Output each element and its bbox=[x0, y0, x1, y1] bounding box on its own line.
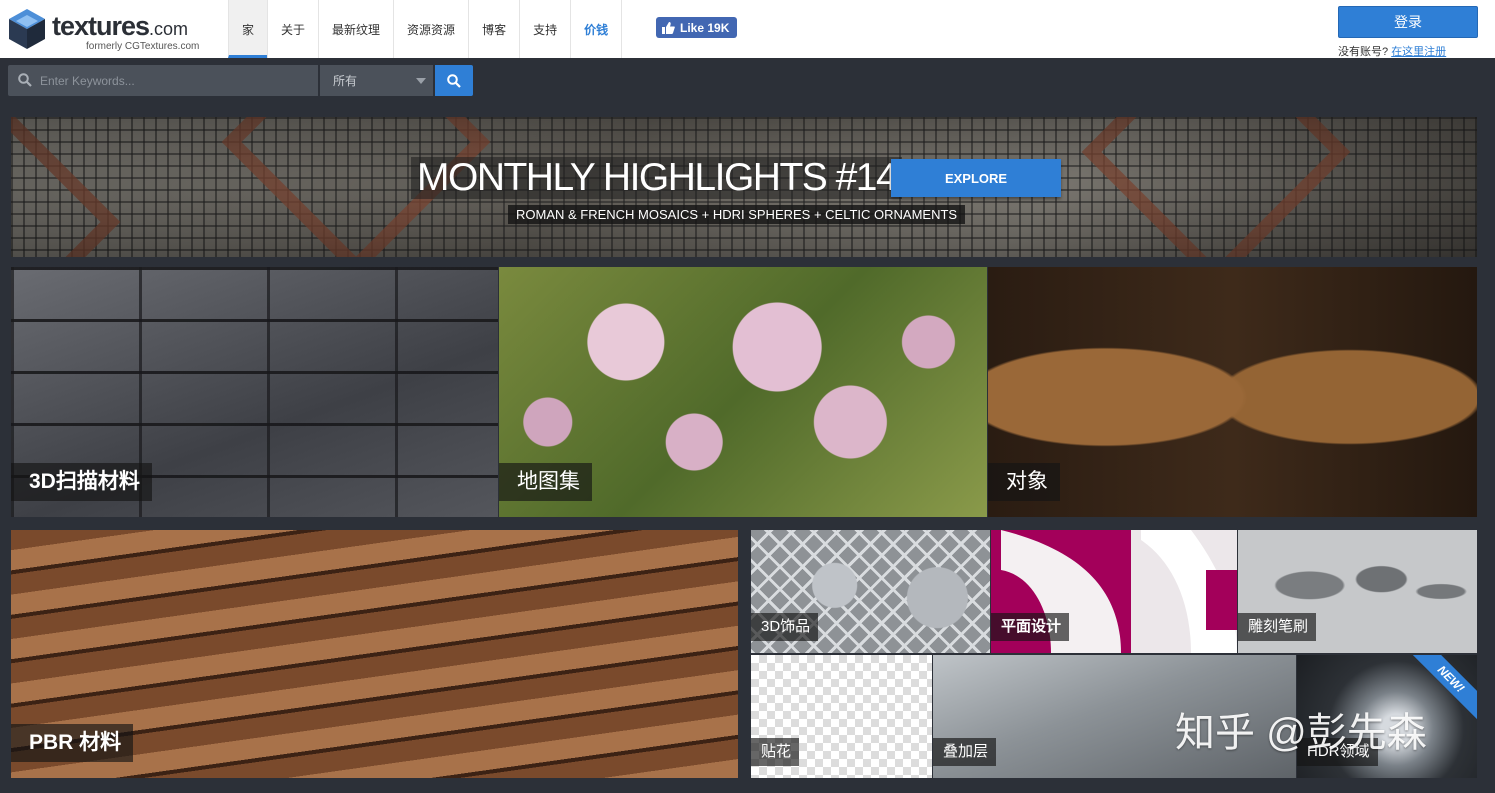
search-input[interactable] bbox=[40, 65, 310, 96]
tile-label: 平面设计 bbox=[991, 613, 1070, 641]
category-select[interactable]: 所有 bbox=[320, 65, 433, 96]
watermark: 知乎 @彭先森 bbox=[1175, 711, 1427, 755]
monthly-highlights-banner[interactable]: MONTHLY HIGHLIGHTS #14 ROMAN & FRENCH MO… bbox=[11, 117, 1477, 257]
tile-label: 贴花 bbox=[751, 738, 800, 766]
tile-label: 对象 bbox=[988, 463, 1060, 501]
banner-subtitle: ROMAN & FRENCH MOSAICS + HDRI SPHERES + … bbox=[508, 205, 966, 224]
search-bar: 所有 bbox=[0, 58, 1495, 106]
register-prompt-text: 没有账号? bbox=[1338, 46, 1389, 58]
tile-pbr-materials[interactable]: PBR 材料 bbox=[11, 530, 738, 778]
search-field bbox=[8, 65, 318, 96]
nav-resources[interactable]: 资源资源 bbox=[393, 0, 468, 58]
nav-blog[interactable]: 博客 bbox=[468, 0, 519, 58]
facebook-like-button[interactable]: Like 19K bbox=[656, 17, 738, 38]
tile-label: 地图集 bbox=[499, 463, 592, 501]
thumbs-up-icon bbox=[662, 21, 675, 34]
tile-3d-scan-materials[interactable]: 3D扫描材料 bbox=[11, 267, 498, 517]
tile-3d-ornaments[interactable]: 3D饰品 bbox=[751, 530, 990, 653]
register-link[interactable]: 在这里注册 bbox=[1391, 46, 1446, 58]
login-button[interactable]: 登录 bbox=[1338, 6, 1478, 38]
logo-wordmark: textures.com bbox=[52, 11, 188, 42]
logo-subtitle: formerly CGTextures.com bbox=[86, 41, 200, 52]
search-submit-button[interactable] bbox=[435, 65, 473, 96]
search-icon bbox=[447, 73, 461, 88]
tile-objects[interactable]: 对象 bbox=[988, 267, 1477, 517]
tile-label: 3D饰品 bbox=[751, 613, 819, 641]
tile-label: 叠加层 bbox=[933, 738, 997, 766]
tile-label: 雕刻笔刷 bbox=[1238, 613, 1317, 641]
category-selected-value: 所有 bbox=[333, 74, 358, 88]
explore-button[interactable]: EXPLORE bbox=[891, 159, 1061, 197]
cube-logo-icon bbox=[9, 9, 45, 49]
chevron-down-icon bbox=[416, 78, 426, 84]
tile-label: PBR 材料 bbox=[11, 724, 134, 762]
nav-latest-textures[interactable]: 最新纹理 bbox=[318, 0, 393, 58]
tile-atlas[interactable]: 地图集 bbox=[499, 267, 987, 517]
nav-pricing[interactable]: 价钱 bbox=[570, 0, 623, 58]
nav-home[interactable]: 家 bbox=[228, 0, 268, 58]
site-logo[interactable]: textures.com formerly CGTextures.com bbox=[8, 8, 218, 54]
tile-flat-design[interactable]: 平面设计 bbox=[991, 530, 1237, 653]
tile-decals[interactable]: 贴花 bbox=[751, 655, 932, 778]
banner-title: MONTHLY HIGHLIGHTS #14 bbox=[411, 157, 903, 199]
search-icon bbox=[18, 73, 32, 87]
logo-word: textures bbox=[52, 11, 150, 41]
nav-about[interactable]: 关于 bbox=[267, 0, 318, 58]
nav-support[interactable]: 支持 bbox=[519, 0, 570, 58]
main-nav: 家 关于 最新纹理 资源资源 博客 支持 价钱 bbox=[228, 0, 623, 58]
tile-sculpt-brushes[interactable]: 雕刻笔刷 bbox=[1238, 530, 1477, 653]
logo-suffix: .com bbox=[149, 19, 189, 39]
tile-label: 3D扫描材料 bbox=[11, 463, 152, 501]
top-header: textures.com formerly CGTextures.com 家 关… bbox=[0, 0, 1495, 58]
like-count-label: Like 19K bbox=[680, 20, 730, 35]
register-prompt: 没有账号? 在这里注册 bbox=[1338, 43, 1446, 59]
